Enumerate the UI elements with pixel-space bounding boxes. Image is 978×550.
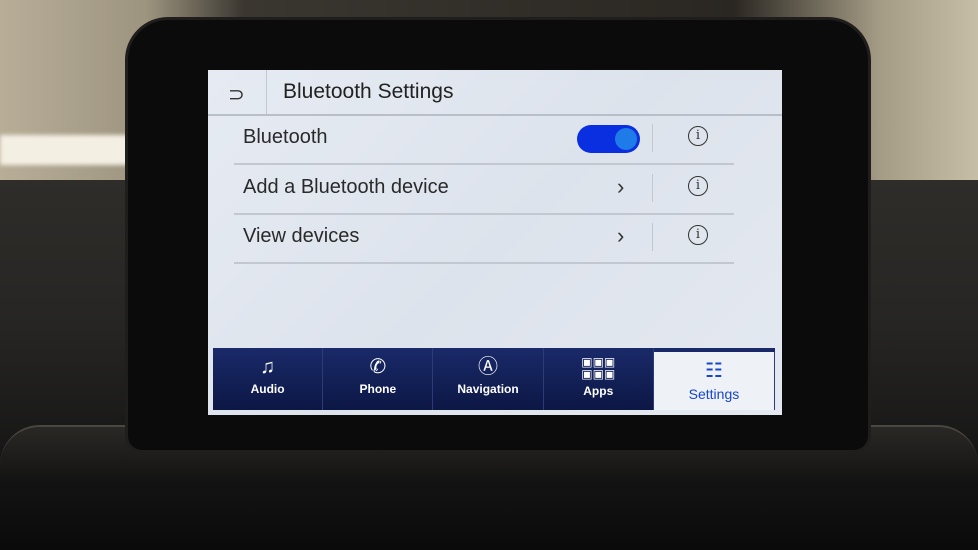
phone-icon: ✆ bbox=[369, 356, 387, 378]
tab-navigation[interactable]: Ⓐ Navigation bbox=[433, 348, 544, 410]
music-note-icon: ♫ bbox=[260, 356, 276, 378]
divider bbox=[652, 223, 653, 251]
apps-grid-icon: ▣▣▣ ▣▣▣ bbox=[581, 355, 616, 381]
navigation-icon: Ⓐ bbox=[478, 356, 499, 378]
tab-phone[interactable]: ✆ Phone bbox=[323, 348, 434, 410]
info-icon[interactable]: i bbox=[688, 225, 708, 245]
row-label: Add a Bluetooth device bbox=[243, 176, 449, 198]
bluetooth-toggle[interactable] bbox=[577, 125, 640, 153]
infotainment-screen: ⊃ Bluetooth Settings Bluetooth i Add a B… bbox=[208, 70, 782, 415]
tab-label: Settings bbox=[688, 386, 740, 402]
tab-settings[interactable]: ☷ Settings bbox=[653, 352, 776, 410]
tab-label: Phone bbox=[359, 382, 397, 396]
sliders-icon: ☷ bbox=[704, 360, 723, 382]
divider bbox=[652, 174, 653, 202]
divider bbox=[266, 70, 267, 114]
header: ⊃ Bluetooth Settings bbox=[208, 70, 782, 116]
row-label: Bluetooth bbox=[243, 126, 328, 148]
tab-audio[interactable]: ♫ Audio bbox=[213, 348, 324, 410]
view-devices-row[interactable]: View devices › i bbox=[234, 213, 734, 264]
info-icon[interactable]: i bbox=[688, 126, 708, 146]
chevron-right-icon: › bbox=[617, 174, 625, 199]
back-arrow-icon[interactable]: ⊃ bbox=[228, 82, 245, 107]
chevron-right-icon: › bbox=[617, 223, 625, 248]
page-title: Bluetooth Settings bbox=[283, 80, 454, 103]
bluetooth-row[interactable]: Bluetooth i bbox=[234, 114, 734, 165]
info-icon[interactable]: i bbox=[688, 176, 708, 196]
background-light bbox=[0, 135, 135, 165]
tab-label: Audio bbox=[250, 382, 285, 396]
add-bluetooth-device-row[interactable]: Add a Bluetooth device › i bbox=[234, 164, 734, 215]
tab-label: Navigation bbox=[457, 382, 519, 396]
tab-label: Apps bbox=[583, 384, 614, 398]
divider bbox=[652, 124, 653, 152]
row-label: View devices bbox=[243, 225, 360, 247]
bottom-nav: ♫ Audio ✆ Phone Ⓐ Navigation ▣▣▣ ▣▣▣ Apps… bbox=[213, 348, 776, 410]
toggle-knob bbox=[615, 128, 637, 150]
tab-apps[interactable]: ▣▣▣ ▣▣▣ Apps bbox=[544, 348, 654, 410]
